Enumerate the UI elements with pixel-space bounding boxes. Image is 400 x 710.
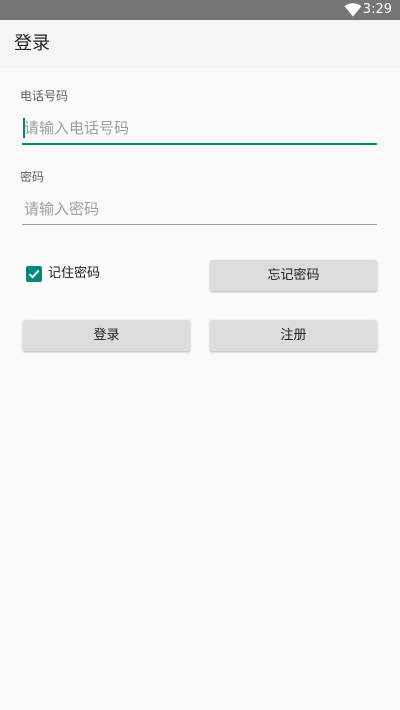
check-icon — [28, 269, 40, 279]
remember-password-checkbox[interactable]: 记住密码 — [24, 264, 144, 284]
checkbox-checked-icon[interactable] — [26, 266, 42, 282]
password-input[interactable] — [22, 194, 377, 224]
phone-underline — [22, 143, 377, 145]
remember-password-label: 记住密码 — [48, 266, 101, 281]
login-button[interactable]: 登录 — [23, 320, 190, 351]
status-time: 3:29 — [362, 2, 392, 17]
phone-input[interactable] — [22, 113, 377, 143]
login-form: 电话号码 密码 记住密码 忘记密码 登录 注册 — [0, 68, 400, 710]
text-cursor — [23, 118, 25, 138]
forgot-password-button[interactable]: 忘记密码 — [210, 260, 377, 291]
status-bar: 3:29 — [0, 0, 400, 20]
password-field[interactable] — [22, 194, 377, 225]
password-label: 密码 — [20, 170, 45, 184]
app-bar: 登录 — [0, 20, 400, 68]
wifi-icon — [344, 3, 362, 17]
phone-label: 电话号码 — [20, 89, 69, 103]
page-title: 登录 — [14, 33, 50, 54]
password-underline — [22, 224, 377, 225]
register-button[interactable]: 注册 — [210, 320, 377, 351]
phone-field[interactable] — [22, 113, 377, 145]
